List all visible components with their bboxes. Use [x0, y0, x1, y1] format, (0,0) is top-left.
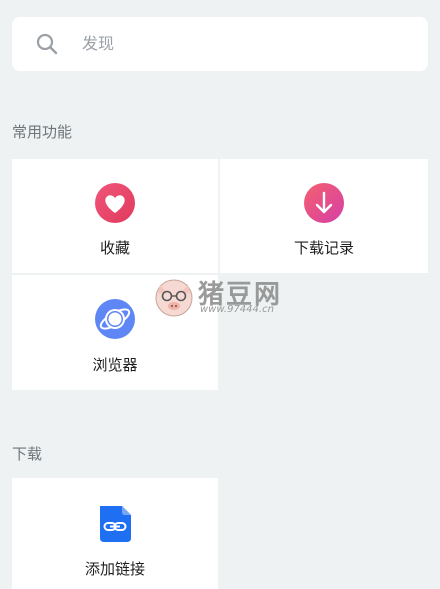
planet-icon — [95, 299, 135, 339]
heart-icon — [95, 183, 135, 223]
search-icon — [36, 33, 58, 55]
add-link-label: 添加链接 — [84, 560, 145, 578]
section-title-download: 下载 — [12, 445, 43, 463]
link-file-icon — [100, 506, 131, 542]
favorites-tile[interactable]: 收藏 — [12, 159, 218, 273]
add-link-tile[interactable]: 添加链接 — [12, 478, 218, 589]
download-history-tile[interactable]: 下载记录 — [220, 159, 428, 273]
discover-page: 发现 常用功能 收藏 下载记录 浏览器 下载 添加链接 猪豆网 www.9744… — [0, 0, 440, 589]
section-title-common: 常用功能 — [12, 123, 73, 141]
search-placeholder: 发现 — [82, 34, 115, 53]
download-history-label: 下载记录 — [293, 239, 354, 257]
browser-tile[interactable]: 浏览器 — [12, 275, 218, 390]
search-bar[interactable]: 发现 — [12, 17, 428, 71]
browser-label: 浏览器 — [92, 356, 138, 374]
download-icon — [304, 183, 344, 223]
favorites-label: 收藏 — [99, 239, 130, 257]
